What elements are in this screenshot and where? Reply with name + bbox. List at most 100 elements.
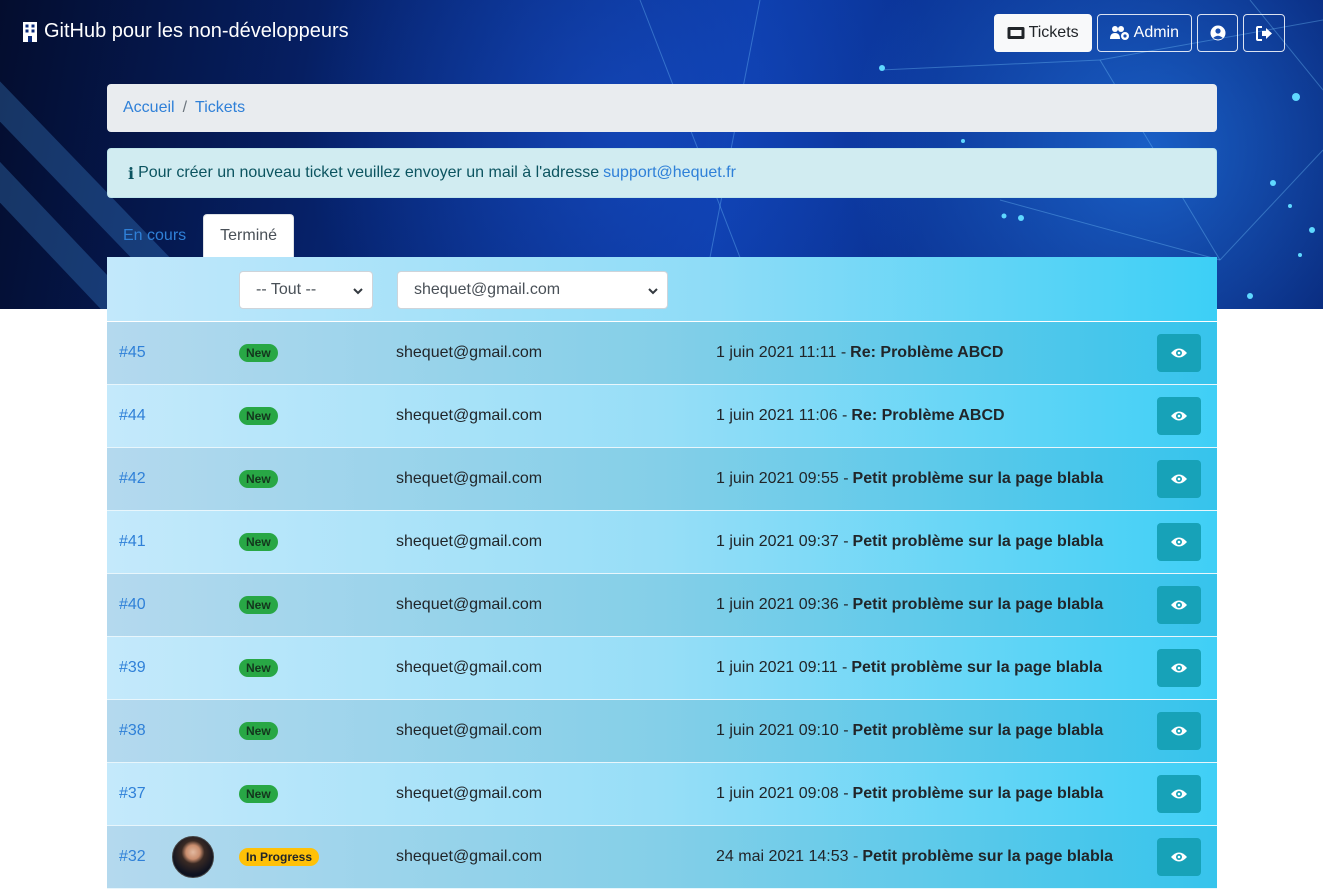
logout-button[interactable]: [1243, 14, 1285, 52]
ticket-title: Petit problème sur la page blabla: [851, 659, 1103, 676]
navbar: GitHub pour les non-développeurs Tickets…: [0, 0, 1323, 66]
alert-text: Pour créer un nouveau ticket veuillez en…: [138, 164, 600, 181]
table-row: #37 New shequet@gmail.com 1 juin 2021 09:08…: [107, 763, 1217, 826]
ticket-id-link[interactable]: #37: [119, 785, 146, 803]
status-filter-value: -- Tout --: [256, 281, 317, 298]
view-ticket-button[interactable]: [1157, 397, 1201, 435]
status-badge: New: [239, 344, 278, 362]
ticket-email: shequet@gmail.com: [396, 533, 543, 550]
eye-icon: [1171, 852, 1187, 862]
ticket-date: 24 mai 2021 14:53 -: [716, 848, 859, 865]
view-ticket-button[interactable]: [1157, 649, 1201, 687]
status-badge: New: [239, 533, 278, 551]
tickets-nav-button[interactable]: Tickets: [993, 14, 1092, 52]
table-row: #38 New shequet@gmail.com 1 juin 2021 09:10…: [107, 700, 1217, 763]
table-row: #45 New shequet@gmail.com 1 juin 2021 11:11…: [107, 322, 1217, 385]
table-row: #44 New shequet@gmail.com 1 juin 2021 11:06…: [107, 385, 1217, 448]
ticket-email: shequet@gmail.com: [396, 848, 543, 865]
status-tabs: En cours Terminé: [107, 214, 295, 257]
ticket-id-link[interactable]: #40: [119, 596, 146, 614]
table-row: #42 New shequet@gmail.com 1 juin 2021 09:55…: [107, 448, 1217, 511]
eye-icon: [1171, 411, 1187, 421]
view-ticket-button[interactable]: [1157, 775, 1201, 813]
ticket-email: shequet@gmail.com: [396, 659, 543, 676]
view-ticket-button[interactable]: [1157, 460, 1201, 498]
ticket-date: 1 juin 2021 11:11 -: [716, 344, 847, 361]
ticket-title: Re: Problème ABCD: [850, 344, 1004, 361]
ticket-email: shequet@gmail.com: [396, 596, 543, 613]
ticket-email: shequet@gmail.com: [396, 722, 543, 739]
brand-title: GitHub pour les non-développeurs: [44, 20, 349, 42]
info-icon: i: [128, 163, 135, 183]
status-badge: In Progress: [239, 848, 320, 866]
eye-icon: [1171, 537, 1187, 547]
ticket-subject: 1 juin 2021 11:06 - Re: Problème ABCD: [716, 385, 1005, 447]
chevron-down-icon: [353, 288, 363, 295]
ticket-id-link[interactable]: #39: [119, 659, 146, 677]
view-ticket-button[interactable]: [1157, 838, 1201, 876]
ticket-date: 1 juin 2021 09:10 -: [716, 722, 849, 739]
ticket-title: Re: Problème ABCD: [851, 407, 1005, 424]
eye-icon: [1171, 348, 1187, 358]
status-badge: New: [239, 722, 278, 740]
table-row: #41 New shequet@gmail.com 1 juin 2021 09:37…: [107, 511, 1217, 574]
ticket-date: 1 juin 2021 09:08 -: [716, 785, 849, 802]
view-ticket-button[interactable]: [1157, 586, 1201, 624]
tab-termine[interactable]: Terminé: [203, 214, 295, 257]
user-circle-icon: [1210, 25, 1225, 41]
breadcrumb-current-link[interactable]: Tickets: [195, 99, 245, 117]
chevron-down-icon: [648, 288, 658, 295]
assignee-avatar: [172, 826, 214, 888]
eye-icon: [1171, 726, 1187, 736]
eye-icon: [1171, 600, 1187, 610]
ticket-subject: 1 juin 2021 09:55 - Petit problème sur la…: [716, 448, 1103, 510]
ticket-title: Petit problème sur la page blabla: [852, 596, 1104, 613]
ticket-date: 1 juin 2021 09:37 -: [716, 533, 849, 550]
users-cog-icon: [1109, 26, 1129, 40]
tickets-table: -- Tout -- shequet@gmail.com #45 New shequ…: [107, 257, 1217, 889]
view-ticket-button[interactable]: [1157, 712, 1201, 750]
ticket-email: shequet@gmail.com: [396, 785, 543, 802]
ticket-date: 1 juin 2021 09:36 -: [716, 596, 849, 613]
ticket-date: 1 juin 2021 09:11 -: [716, 659, 848, 676]
table-row: #39 New shequet@gmail.com 1 juin 2021 09:11…: [107, 637, 1217, 700]
breadcrumb-home-link[interactable]: Accueil: [123, 99, 175, 117]
filter-row: -- Tout -- shequet@gmail.com: [107, 257, 1217, 322]
view-ticket-button[interactable]: [1157, 334, 1201, 372]
support-email-link[interactable]: support@hequet.fr: [603, 164, 736, 182]
ticket-title: Petit problème sur la page blabla: [852, 785, 1104, 802]
ticket-title: Petit problème sur la page blabla: [852, 533, 1104, 550]
user-filter-select[interactable]: shequet@gmail.com: [397, 271, 668, 309]
breadcrumb: Accueil / Tickets: [107, 84, 1217, 132]
eye-icon: [1171, 474, 1187, 484]
status-badge: New: [239, 659, 278, 677]
tab-en-cours[interactable]: En cours: [107, 214, 202, 257]
ticket-icon: [1007, 27, 1025, 39]
avatar: [172, 836, 214, 878]
status-filter-select[interactable]: -- Tout --: [239, 271, 373, 309]
eye-icon: [1171, 663, 1187, 673]
ticket-subject: 1 juin 2021 09:36 - Petit problème sur la…: [716, 574, 1103, 636]
ticket-id-link[interactable]: #32: [119, 848, 146, 866]
profile-button[interactable]: [1197, 14, 1238, 52]
ticket-id-link[interactable]: #42: [119, 470, 146, 488]
ticket-id-link[interactable]: #45: [119, 344, 146, 362]
ticket-date: 1 juin 2021 09:55 -: [716, 470, 849, 487]
view-ticket-button[interactable]: [1157, 523, 1201, 561]
admin-nav-button[interactable]: Admin: [1096, 14, 1192, 52]
ticket-subject: 1 juin 2021 09:11 - Petit problème sur la…: [716, 637, 1102, 699]
ticket-id-link[interactable]: #41: [119, 533, 146, 551]
ticket-id-link[interactable]: #38: [119, 722, 146, 740]
info-alert: i Pour créer un nouveau ticket veuillez …: [107, 148, 1217, 198]
ticket-subject: 1 juin 2021 09:10 - Petit problème sur la…: [716, 700, 1103, 762]
brand[interactable]: GitHub pour les non-développeurs: [22, 20, 349, 43]
ticket-id-link[interactable]: #44: [119, 407, 146, 425]
ticket-rows: #45 New shequet@gmail.com 1 juin 2021 11:11…: [107, 322, 1217, 889]
sign-out-icon: [1255, 25, 1272, 41]
ticket-subject: 1 juin 2021 09:37 - Petit problème sur la…: [716, 511, 1103, 573]
breadcrumb-separator: /: [182, 99, 188, 116]
table-row: #40 New shequet@gmail.com 1 juin 2021 09:36…: [107, 574, 1217, 637]
ticket-subject: 1 juin 2021 11:11 - Re: Problème ABCD: [716, 322, 1003, 384]
admin-nav-label: Admin: [1133, 24, 1179, 41]
status-badge: New: [239, 785, 278, 803]
